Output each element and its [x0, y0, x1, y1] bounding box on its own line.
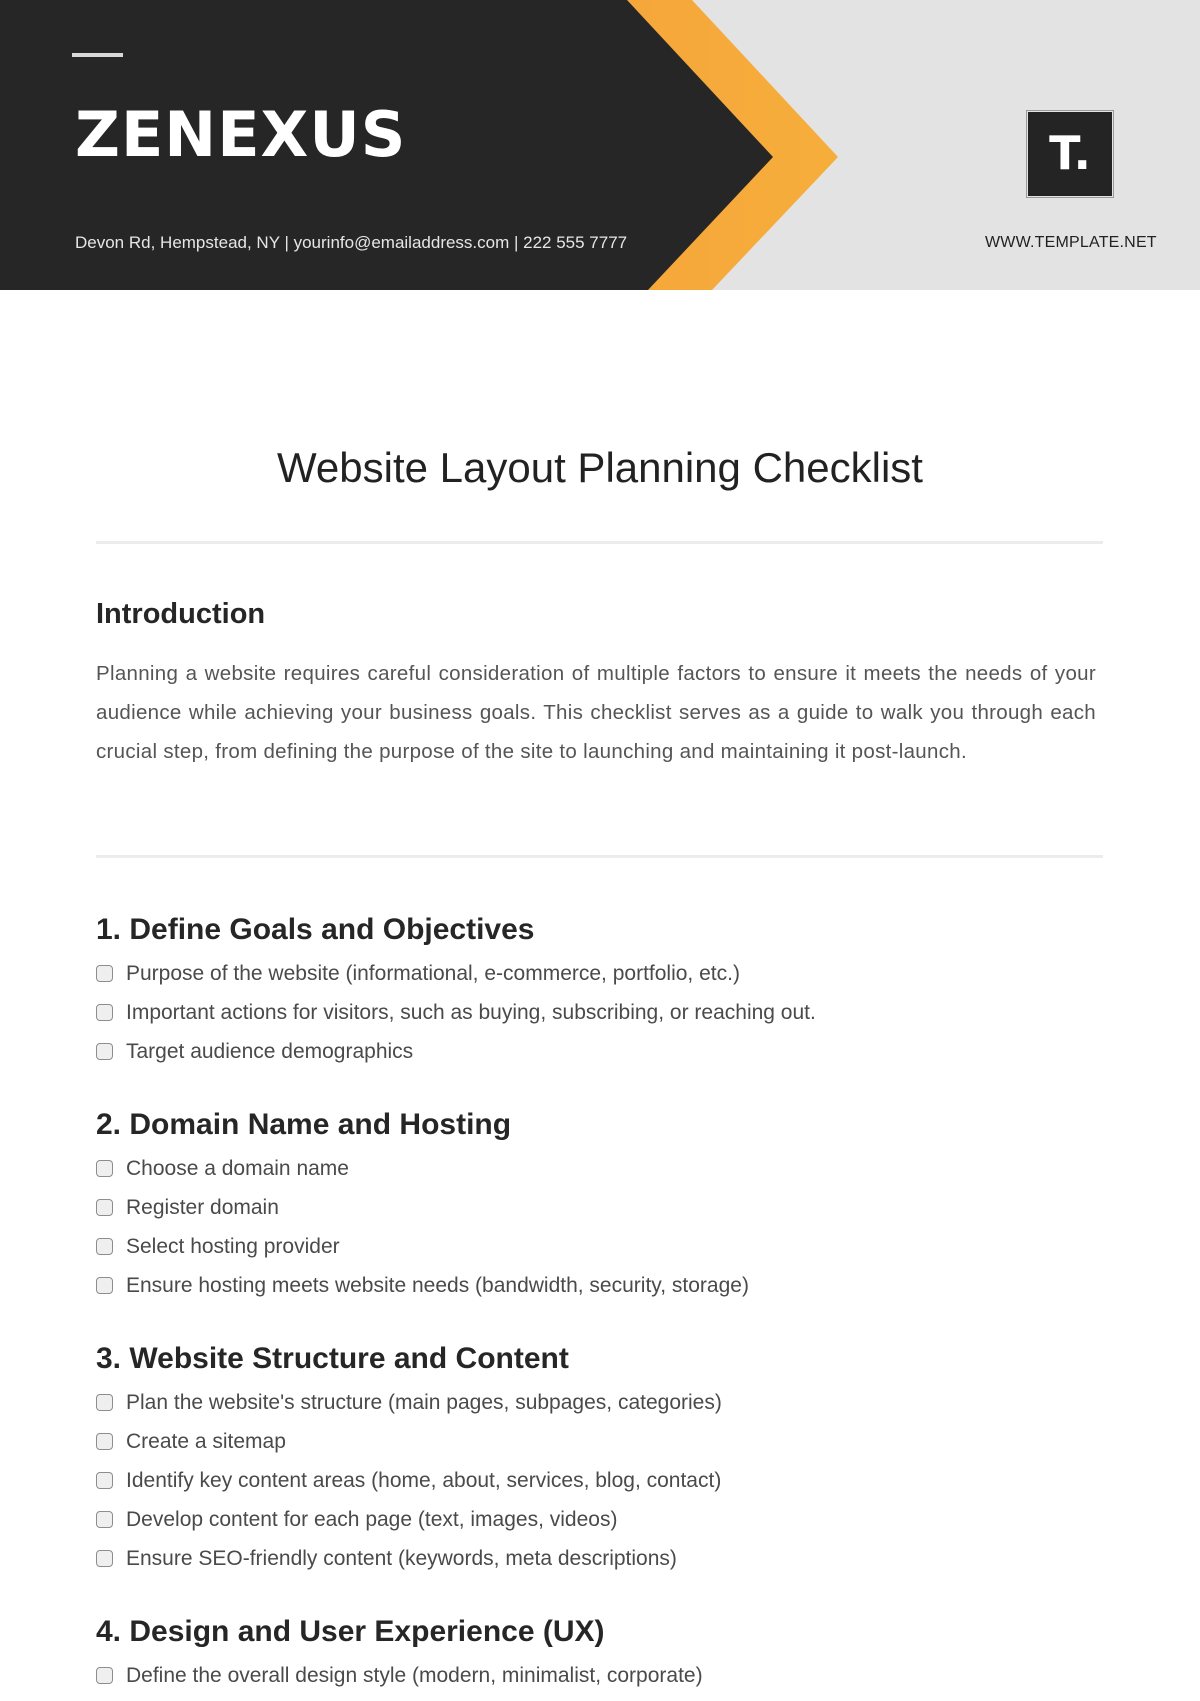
intro-paragraph: Planning a website requires careful cons… [96, 662, 1096, 763]
checklist-item-label: Register domain [126, 1195, 279, 1219]
checkbox[interactable] [96, 1160, 113, 1177]
contact-info: Devon Rd, Hempstead, NY | yourinfo@email… [75, 233, 628, 252]
section-domain-hosting: 2. Domain Name and Hosting Choose a doma… [96, 1107, 1096, 1305]
checkbox[interactable] [96, 1472, 113, 1489]
template-logo-icon: T. [1026, 110, 1114, 198]
checkbox[interactable] [96, 1043, 113, 1060]
checkbox[interactable] [96, 965, 113, 982]
checklist-item-label: Target audience demographics [126, 1039, 414, 1063]
section-heading: 1. Define Goals and Objectives [96, 913, 535, 946]
site-url: WWW.TEMPLATE.NET [985, 234, 1157, 251]
checkbox[interactable] [96, 1394, 113, 1411]
company-name: ZENEXUS [75, 98, 407, 171]
section-heading: 4. Design and User Experience (UX) [96, 1615, 605, 1648]
checklist-item-label: Ensure SEO-friendly content (keywords, m… [126, 1546, 677, 1570]
divider [96, 541, 1103, 544]
checkbox[interactable] [96, 1238, 113, 1255]
checklist-item-label: Develop content for each page (text, ima… [126, 1507, 618, 1531]
checklist-item[interactable]: Purpose of the website (informational, e… [96, 954, 1096, 993]
section-heading: 2. Domain Name and Hosting [96, 1108, 512, 1141]
checkbox[interactable] [96, 1511, 113, 1528]
checklist-item[interactable]: Plan the website's structure (main pages… [96, 1383, 1096, 1422]
checklist-item-label: Define the overall design style (modern,… [126, 1663, 703, 1687]
checklist-item[interactable]: Ensure hosting meets website needs (band… [96, 1266, 1096, 1305]
checklist-item-label: Purpose of the website (informational, e… [126, 961, 740, 985]
accent-bar [72, 53, 123, 57]
divider [96, 855, 1103, 858]
checklist-item[interactable]: Define the overall design style (modern,… [96, 1656, 1096, 1695]
checklist-item-label: Choose a domain name [126, 1156, 349, 1180]
intro-heading: Introduction [96, 598, 266, 630]
logo-letter: T. [1049, 126, 1091, 180]
checkbox[interactable] [96, 1550, 113, 1567]
checklist-item[interactable]: Target audience demographics [96, 1032, 1096, 1071]
checklist-item-label: Create a sitemap [126, 1429, 286, 1453]
checkbox[interactable] [96, 1667, 113, 1684]
checklist-item[interactable]: Create a sitemap [96, 1422, 1096, 1461]
section-goals: 1. Define Goals and Objectives Purpose o… [96, 912, 1096, 1071]
checklist-item-label: Ensure hosting meets website needs (band… [126, 1273, 749, 1297]
checklist-item[interactable]: Ensure SEO-friendly content (keywords, m… [96, 1539, 1096, 1578]
checkbox[interactable] [96, 1277, 113, 1294]
checklist-item-label: Select hosting provider [126, 1234, 340, 1258]
checklist-item-label: Important actions for visitors, such as … [126, 1000, 816, 1024]
checklist-item-label: Plan the website's structure (main pages… [126, 1390, 722, 1414]
section-structure-content: 3. Website Structure and Content Plan th… [96, 1341, 1096, 1578]
section-heading: 3. Website Structure and Content [96, 1342, 569, 1375]
page-title: Website Layout Planning Checklist [277, 444, 923, 491]
checklist-item[interactable]: Register domain [96, 1188, 1096, 1227]
checklist-item[interactable]: Select hosting provider [96, 1227, 1096, 1266]
checkbox[interactable] [96, 1199, 113, 1216]
checkbox[interactable] [96, 1433, 113, 1450]
checklist-item[interactable]: Important actions for visitors, such as … [96, 993, 1096, 1032]
section-design-ux: 4. Design and User Experience (UX) Defin… [96, 1614, 1096, 1695]
checklist-item[interactable]: Choose a domain name [96, 1149, 1096, 1188]
checklist-item[interactable]: Develop content for each page (text, ima… [96, 1500, 1096, 1539]
checkbox[interactable] [96, 1004, 113, 1021]
checklist-item[interactable]: Identify key content areas (home, about,… [96, 1461, 1096, 1500]
checklist-item-label: Identify key content areas (home, about,… [126, 1468, 722, 1492]
document-header: ZENEXUS Devon Rd, Hempstead, NY | yourin… [0, 0, 1200, 290]
